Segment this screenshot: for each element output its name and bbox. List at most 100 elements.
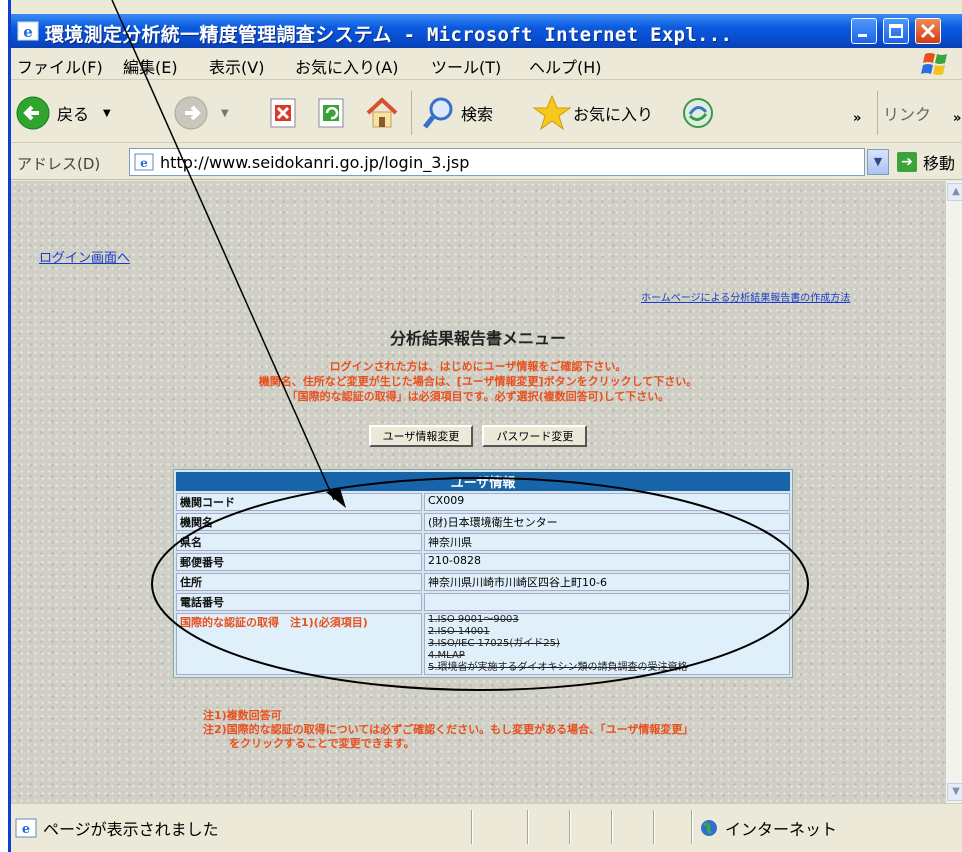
menu-help[interactable]: ヘルプ(H) [529,54,602,78]
svg-text:e: e [23,23,33,41]
page-title: 分析結果報告書メニュー [389,329,566,348]
status-bar: e ページが表示されました インターネット [11,803,962,852]
page-done-icon: e [15,818,37,838]
table-row: 住所 神奈川県川崎市川崎区四谷上町10-6 [176,573,790,591]
toolbar-separator [877,91,878,135]
title-bar: e 環境測定分析統一精度管理調査システム - Microsoft Interne… [11,14,962,48]
table-row: 電話番号 [176,593,790,611]
user-info-header: ユーザ情報 [176,472,790,491]
scroll-down-icon[interactable]: ▼ [947,783,962,801]
table-row: 郵便番号 210-0828 [176,553,790,571]
status-text: ページが表示されました [43,820,219,839]
table-row: 機関名 (財)日本環境衛生センター [176,513,790,531]
menu-bar: ファイル(F) 編集(E) 表示(V) お気に入り(A) ツール(T) ヘルプ(… [11,48,962,80]
links-more-icon[interactable]: » [953,111,961,126]
table-row: 県名 神奈川県 [176,533,790,551]
close-button[interactable] [915,18,941,44]
favorites-star-icon [533,94,571,131]
go-arrow-icon: ➔ [897,152,917,172]
row-label: 電話番号 [176,593,422,611]
notice-line: 機関名、住所など変更が生じた場合は、[ユーザ情報変更]ボタンをクリックして下さい… [258,375,698,388]
scroll-up-icon[interactable]: ▲ [947,183,962,201]
maximize-button[interactable] [883,18,909,44]
footnote: をクリックすることで変更できます。 [229,737,415,750]
search-icon [423,97,453,129]
status-divider [653,810,655,844]
home-icon [366,97,398,128]
menu-tools[interactable]: ツール(T) [431,54,501,78]
window-title: 環境測定分析統一精度管理調査システム - Microsoft Internet … [45,24,733,46]
login-page-link[interactable]: ログイン画面へ [39,247,130,266]
cert-item: 2.ISO 14001 [428,626,490,637]
status-divider [691,810,693,844]
cert-list: 1.ISO 9001～9003 2.ISO 14001 3.ISO/IEC 17… [424,613,790,675]
toolbar-separator [411,91,412,135]
favorites-button[interactable]: お気に入り [533,93,653,133]
forward-arrow-icon [174,96,208,130]
footnote: 注1)複数回答可 [203,709,282,722]
row-value: 神奈川県川崎市川崎区四谷上町10-6 [424,573,790,591]
security-zone: インターネット [699,816,837,840]
back-button[interactable]: 戻る ▼ [15,93,111,133]
row-value: (財)日本環境衛生センター [424,513,790,531]
search-button[interactable]: 検索 [421,93,493,133]
address-label: アドレス(D) [17,155,101,173]
action-buttons: ユーザ情報変更 パスワード変更 [11,425,945,447]
links-label[interactable]: リンク [883,93,931,133]
back-arrow-icon [16,96,50,130]
go-button[interactable]: ➔ 移動 [897,150,955,174]
user-info-table: ユーザ情報 機関コード CX009 機関名 (財)日本環境衛生センター 県名 神… [173,469,793,678]
row-value: CX009 [424,493,790,511]
stop-button[interactable] [269,93,299,133]
footnote: 注2)国際的な認証の取得については必ずご確認ください。もし変更がある場合、「ユー… [203,723,694,736]
status-divider [611,810,613,844]
menu-favorites[interactable]: お気に入り(A) [295,54,398,78]
svg-text:e: e [140,156,148,170]
menu-edit[interactable]: 編集(E) [123,54,178,78]
row-label: 住所 [176,573,422,591]
cert-item: 4.MLAP [428,650,465,661]
back-label: 戻る [57,105,90,124]
cert-item: 5.環境省が実施するダイオキシン類の請負調査の受注資格 [428,662,688,673]
row-label: 郵便番号 [176,553,422,571]
close-icon [920,23,936,39]
cert-item: 1.ISO 9001～9003 [428,614,519,625]
table-row: 機関コード CX009 [176,493,790,511]
address-input[interactable]: e http://www.seidokanri.go.jp/login_3.js… [129,148,865,176]
media-button[interactable] [681,93,715,133]
forward-button[interactable]: ▼ [173,93,229,133]
report-howto-link[interactable]: ホームページによる分析結果報告書の作成方法 [641,289,850,304]
notice-line: 「国際的な認証の取得」は必須項目です。必ず選択(複数回答可)して下さい。 [286,390,670,403]
menu-view[interactable]: 表示(V) [209,54,264,78]
refresh-icon [318,98,344,128]
row-label: 機関名 [176,513,422,531]
toolbar: 戻る ▼ ▼ 検索 お気に入り » リンク » [11,81,962,143]
minimize-button[interactable] [851,18,877,44]
back-dropdown-icon[interactable]: ▼ [103,108,111,119]
password-change-button[interactable]: パスワード変更 [482,425,588,447]
row-label: 機関コード [176,493,422,511]
search-label: 検索 [461,105,494,124]
footnotes: 注1)複数回答可 注2)国際的な認証の取得については必ずご確認ください。もし変更… [203,709,693,751]
ie-icon: e [17,21,39,41]
globe-icon [701,820,717,836]
minimize-icon [858,34,867,37]
status-message: e ページが表示されました [15,816,219,840]
row-value [424,593,790,611]
menu-file[interactable]: ファイル(F) [17,54,103,78]
browser-window: e 環境測定分析統一精度管理調査システム - Microsoft Interne… [8,0,962,852]
notice-text: ログインされた方は、はじめにユーザ情報をご確認下さい。 機関名、住所など変更が生… [11,359,945,404]
row-value: 神奈川県 [424,533,790,551]
user-info-change-button[interactable]: ユーザ情報変更 [368,425,474,447]
refresh-button[interactable] [317,93,347,133]
status-divider [569,810,571,844]
cert-label: 国際的な認証の取得 注1)(必須項目) [176,613,422,675]
page-icon: e [134,153,154,171]
address-dropdown-icon[interactable]: ▼ [867,149,889,175]
home-button[interactable] [365,93,399,133]
windows-logo-icon [921,53,947,75]
forward-dropdown-icon[interactable]: ▼ [221,108,229,119]
toolbar-more-icon[interactable]: » [853,111,861,126]
go-label: 移動 [923,154,956,173]
vertical-scrollbar[interactable]: ▲ ▼ [945,181,962,803]
